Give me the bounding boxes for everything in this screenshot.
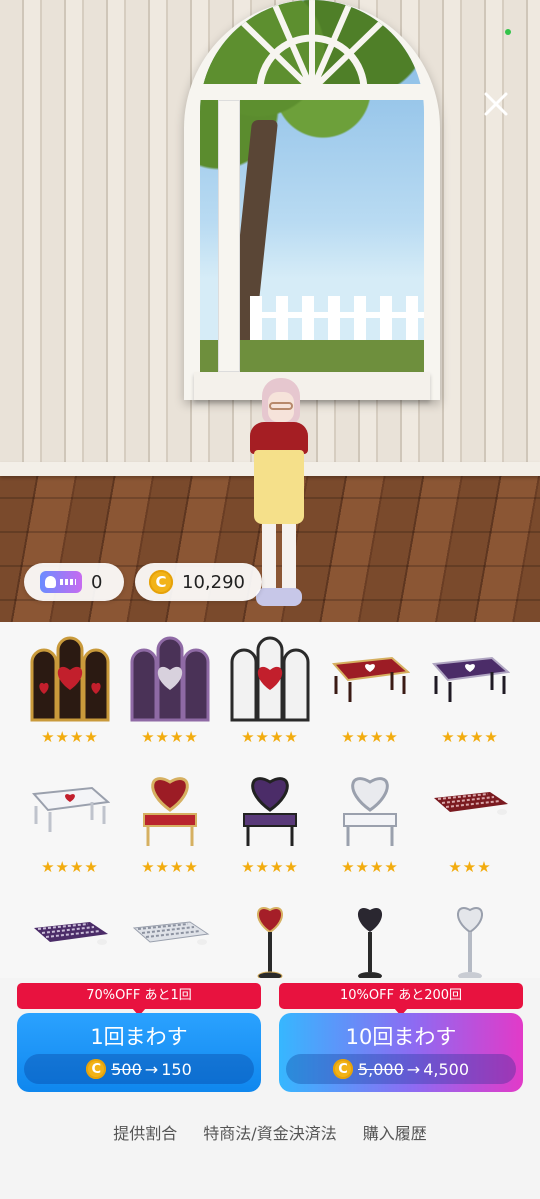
prize-item[interactable]: ★★★★ (20, 758, 120, 876)
spin-once-label: 1回まわす (90, 1025, 188, 1049)
prize-item[interactable]: ★★★ (420, 758, 520, 876)
discounted-price: 4,500 (423, 1059, 470, 1079)
ticket-icon (40, 571, 82, 593)
red-heart-table-icon (331, 656, 410, 702)
prize-item[interactable]: ★★★★ (320, 628, 420, 746)
prize-item[interactable]: ★★★ (20, 888, 120, 978)
arrow-right-icon: → (406, 1059, 421, 1079)
prize-item[interactable]: ★★★★ (120, 758, 220, 876)
original-price: 500 (111, 1059, 142, 1079)
avatar-legs (262, 524, 296, 594)
spin-ten-button[interactable]: 10回まわす C 5,000 → 4,500 (279, 1013, 523, 1092)
rarity-stars: ★★★★ (241, 728, 299, 746)
prize-item[interactable]: ★★★★ (220, 628, 320, 746)
rarity-stars: ★★★★ (341, 858, 399, 876)
footer-links: 提供割合 特商法/資金決済法 購入履歴 (0, 1120, 540, 1160)
avatar-shoes (256, 588, 302, 606)
prize-item[interactable]: ★★★★ (220, 758, 320, 876)
spin-ten-label: 10回まわす (345, 1025, 457, 1049)
red-heart-lamp-icon (257, 907, 283, 978)
close-icon[interactable] (478, 86, 514, 122)
open-window-pane (218, 100, 240, 372)
red-heart-chair-icon (143, 777, 197, 846)
room-scene: 0 C 10,290 (0, 0, 540, 622)
purple-keyboard-icon (34, 922, 108, 945)
spin-once-price: C 500 → 150 (24, 1054, 254, 1084)
white-fence (250, 296, 424, 344)
purple-heart-chair-icon (243, 777, 297, 846)
rarity-stars: ★★★ (448, 858, 492, 876)
discounted-price: 150 (161, 1059, 192, 1079)
white-heart-chair-icon (343, 777, 397, 846)
prize-item[interactable]: ★★★ (320, 888, 420, 978)
coin-icon: C (149, 570, 173, 594)
coin-icon: C (332, 1059, 353, 1079)
original-price: 5,000 (357, 1059, 404, 1079)
ticket-count: 0 (91, 571, 103, 593)
prize-list[interactable]: ★★★★ ★★★★ ★★★★ ★★★★ ★★★★ ★★★★ ★★★★ ★★★★ … (0, 622, 540, 978)
ticket-balance: 0 (24, 563, 124, 601)
coin-count: 10,290 (182, 571, 245, 593)
red-keyboard-icon (434, 792, 508, 815)
prize-item[interactable]: ★★★★ (320, 758, 420, 876)
prize-item[interactable]: ★★★★ (120, 628, 220, 746)
white-keyboard-icon (132, 921, 210, 945)
rates-link[interactable]: 提供割合 (113, 1120, 177, 1160)
prize-item[interactable]: ★★★★ (20, 628, 120, 746)
rarity-stars: ★★★★ (241, 858, 299, 876)
coin-icon: C (86, 1059, 107, 1079)
rarity-stars: ★★★★ (41, 858, 99, 876)
prize-item[interactable]: ★★★ (420, 888, 520, 978)
purple-heart-screen-icon (130, 636, 210, 722)
white-heart-table-icon (31, 786, 110, 832)
coin-balance: C 10,290 (135, 563, 262, 601)
prize-item[interactable]: ★★★★ (420, 628, 520, 746)
silver-heart-screen-icon (230, 636, 310, 722)
rarity-stars: ★★★★ (341, 728, 399, 746)
spin-ten-price: C 5,000 → 4,500 (286, 1054, 516, 1084)
legal-link[interactable]: 特商法/資金決済法 (203, 1120, 336, 1160)
prize-item[interactable]: ★★★ (120, 888, 220, 978)
spin10-discount-banner: 10%OFF あと200回 (279, 983, 523, 1016)
rarity-stars: ★★★★ (41, 728, 99, 746)
status-indicator (505, 29, 511, 35)
spin-once-button[interactable]: 1回まわす C 500 → 150 (17, 1013, 261, 1092)
spin1-discount-banner: 70%OFF あと1回 (17, 983, 261, 1016)
arrow-right-icon: → (144, 1059, 159, 1079)
rarity-stars: ★★★★ (141, 858, 199, 876)
purple-heart-table-icon (431, 656, 510, 702)
rarity-stars: ★★★★ (141, 728, 199, 746)
rarity-stars: ★★★★ (441, 728, 499, 746)
avatar-glasses (269, 402, 293, 410)
purchase-history-link[interactable]: 購入履歴 (363, 1120, 427, 1160)
black-heart-lamp-icon (357, 908, 383, 978)
prize-item[interactable]: ★★★ (220, 888, 320, 978)
avatar-dress (254, 450, 304, 524)
window-transom (200, 84, 424, 100)
silver-heart-lamp-icon (457, 907, 483, 978)
gold-heart-screen-icon (30, 636, 110, 722)
